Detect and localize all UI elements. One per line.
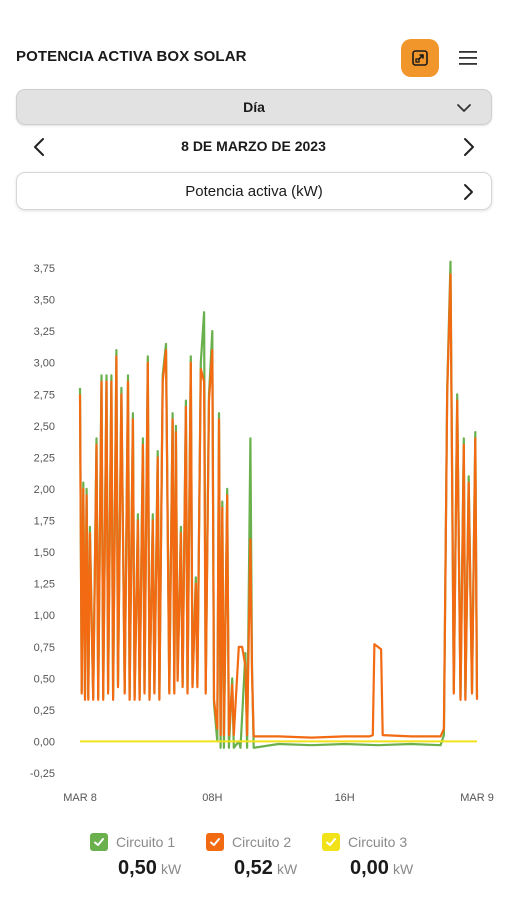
legend-value: 0,50 kW xyxy=(118,857,181,880)
y-tick-label: 2,00 xyxy=(34,484,55,496)
legend-unit: kW xyxy=(276,861,298,877)
period-label: Día xyxy=(243,99,265,115)
menu-button[interactable] xyxy=(454,44,482,72)
y-tick-label: 0,25 xyxy=(34,705,55,717)
legend-name: Circuito 2 xyxy=(232,834,292,850)
y-tick-label: 0,00 xyxy=(34,736,55,748)
legend-name: Circuito 1 xyxy=(116,834,176,850)
y-tick-label: 3,50 xyxy=(34,295,55,307)
y-tick-label: 2,75 xyxy=(34,389,55,401)
y-tick-label: 0,50 xyxy=(34,673,55,685)
y-tick-label: 2,25 xyxy=(34,452,55,464)
legend-unit: kW xyxy=(392,861,414,877)
y-tick-label: 0,75 xyxy=(34,642,55,654)
y-tick-label: 3,25 xyxy=(34,326,55,338)
date-navigation: 8 DE MARZO DE 2023 xyxy=(0,132,507,162)
power-chart: 3,75 3,50 3,25 3,00 2,75 2,50 2,25 2,00 1,75 1,50… xyxy=(0,240,507,820)
chart-legend: Circuito 1 0,50 kW Circuito 2 0,52 kW Circ… xyxy=(0,826,507,886)
y-tick-label: 1,25 xyxy=(34,579,55,591)
legend-item-circuito-3[interactable]: Circuito 3 0,00 kW xyxy=(322,826,462,886)
legend-name: Circuito 3 xyxy=(348,834,408,850)
power-chart-svg: 3,75 3,50 3,25 3,00 2,75 2,50 2,25 2,00 1,75 1,50… xyxy=(30,260,494,804)
y-tick-label: 3,00 xyxy=(34,358,55,370)
legend-value: 0,00 kW xyxy=(350,857,413,880)
y-tick-label: 1,75 xyxy=(34,516,55,528)
chevron-right-icon xyxy=(464,184,473,200)
y-tick-label: 1,50 xyxy=(34,547,55,559)
expand-icon xyxy=(412,50,428,66)
expand-button[interactable] xyxy=(401,39,439,77)
x-tick-label: MAR 9 xyxy=(460,792,494,804)
legend-number: 0,50 xyxy=(118,857,157,879)
chevron-down-icon xyxy=(457,104,471,112)
legend-value: 0,52 kW xyxy=(234,857,297,880)
legend-number: 0,00 xyxy=(350,857,389,879)
app-header: POTENCIA ACTIVA BOX SOLAR xyxy=(0,0,507,90)
checkbox-checked-icon[interactable] xyxy=(90,833,108,851)
metric-label: Potencia activa (kW) xyxy=(185,182,323,200)
legend-unit: kW xyxy=(160,861,182,877)
x-tick-label: MAR 8 xyxy=(63,792,97,804)
hamburger-menu-icon xyxy=(459,51,477,65)
metric-selector[interactable]: Potencia activa (kW) xyxy=(16,172,492,210)
x-tick-label: 16H xyxy=(335,792,355,804)
y-tick-label: 1,00 xyxy=(34,610,55,622)
checkbox-checked-icon[interactable] xyxy=(322,833,340,851)
legend-number: 0,52 xyxy=(234,857,273,879)
series-line-circuito-2 xyxy=(78,273,479,739)
current-date: 8 DE MARZO DE 2023 xyxy=(181,138,326,154)
page-title: POTENCIA ACTIVA BOX SOLAR xyxy=(16,48,247,65)
y-tick-label: -0,25 xyxy=(30,768,55,780)
chevron-right-icon[interactable] xyxy=(456,135,480,159)
y-tick-label: 3,75 xyxy=(34,263,55,275)
checkbox-checked-icon[interactable] xyxy=(206,833,224,851)
period-dropdown[interactable]: Día xyxy=(16,89,492,125)
x-tick-label: 08H xyxy=(202,792,222,804)
y-tick-label: 2,50 xyxy=(34,421,55,433)
